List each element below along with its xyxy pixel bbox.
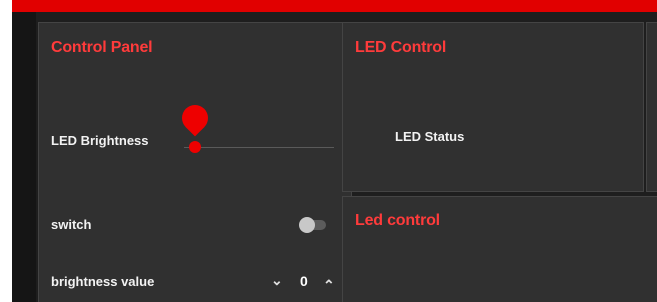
led-control-card-2: Led control <box>342 196 657 302</box>
switch-knob <box>299 217 315 233</box>
led-control-2-title: Led control <box>355 212 440 229</box>
led-status-label: LED Status <box>395 129 465 144</box>
control-panel-card: Control Panel LED Brightness switch brig… <box>38 22 352 302</box>
top-accent-bar <box>12 0 657 12</box>
led-control-card: LED Control LED Status <box>342 22 644 192</box>
brightness-value-label: brightness value <box>51 274 155 289</box>
brightness-value[interactable]: 0 <box>300 273 308 289</box>
switch-label: switch <box>51 217 92 232</box>
sidebar <box>12 12 36 302</box>
control-panel-title: Control Panel <box>51 39 153 56</box>
chevron-up-icon[interactable]: ⌃ <box>323 277 335 294</box>
brightness-slider-track[interactable] <box>184 147 334 148</box>
brightness-slider-thumb[interactable] <box>189 141 201 153</box>
dashboard-app: Control Panel LED Brightness switch brig… <box>12 0 657 302</box>
chevron-down-icon[interactable]: ⌄ <box>271 272 283 289</box>
partial-card-right <box>646 22 657 192</box>
brightness-value-bubble <box>176 99 214 137</box>
led-brightness-label: LED Brightness <box>51 133 149 148</box>
led-control-title: LED Control <box>355 39 447 56</box>
